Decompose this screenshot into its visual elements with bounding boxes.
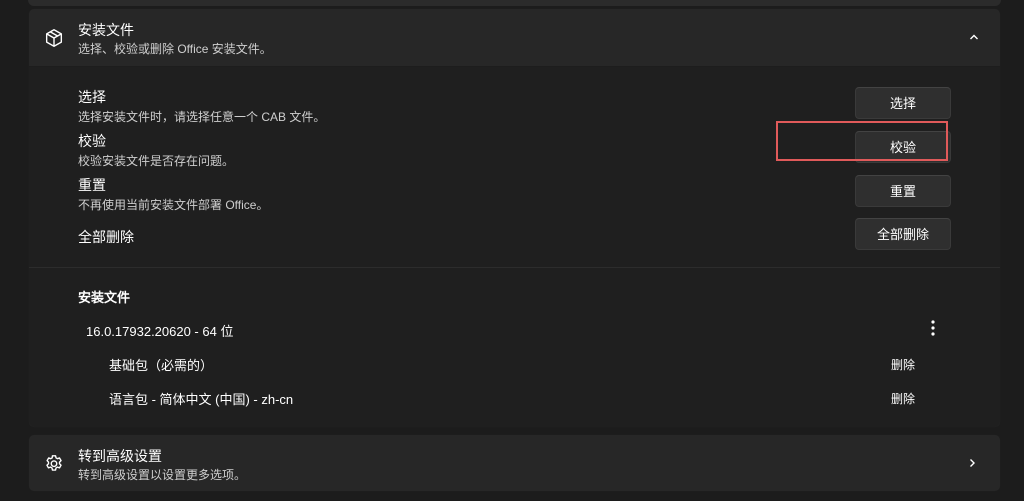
advanced-settings-subtitle: 转到高级设置以设置更多选项。 [78,468,247,482]
advanced-settings-card[interactable]: 转到高级设置 转到高级设置以设置更多选项。 [28,434,1001,492]
package-base-name: 基础包（必需的） [109,358,214,373]
gear-icon [46,455,62,471]
more-vertical-icon[interactable] [927,319,939,337]
package-icon [45,29,63,47]
verify-highlight-box [776,121,948,161]
section-divider [29,267,1000,268]
package-language-name: 语言包 - 简体中文 (中国) - zh-cn [109,392,294,407]
install-files-title: 安装文件 [78,22,134,38]
install-files-card: 安装文件 选择、校验或删除 Office 安装文件。 选择 选择安装文件时，请选… [28,8,1001,428]
reset-title: 重置 [78,177,106,193]
delete-all-button[interactable]: 全部删除 [855,218,951,250]
files-section-title: 安装文件 [78,290,131,305]
select-button[interactable]: 选择 [855,87,951,119]
chevron-up-icon[interactable] [966,29,982,45]
verify-title: 校验 [78,133,106,149]
install-files-header[interactable]: 安装文件 选择、校验或删除 Office 安装文件。 [29,9,1000,67]
install-files-subtitle: 选择、校验或删除 Office 安装文件。 [78,42,272,56]
verify-description: 校验安装文件是否存在问题。 [78,154,235,168]
delete-all-title: 全部删除 [78,229,134,245]
version-label: 16.0.17932.20620 - 64 位 [86,324,234,339]
select-title: 选择 [78,89,106,105]
select-description: 选择安装文件时，请选择任意一个 CAB 文件。 [78,110,326,124]
package-language-delete-button[interactable]: 删除 [891,390,915,407]
previous-card-edge [28,0,1001,6]
package-base-delete-button[interactable]: 删除 [891,356,915,373]
reset-description: 不再使用当前安装文件部署 Office。 [78,198,269,212]
reset-button[interactable]: 重置 [855,175,951,207]
chevron-right-icon[interactable] [964,455,980,471]
advanced-settings-title: 转到高级设置 [78,448,162,464]
